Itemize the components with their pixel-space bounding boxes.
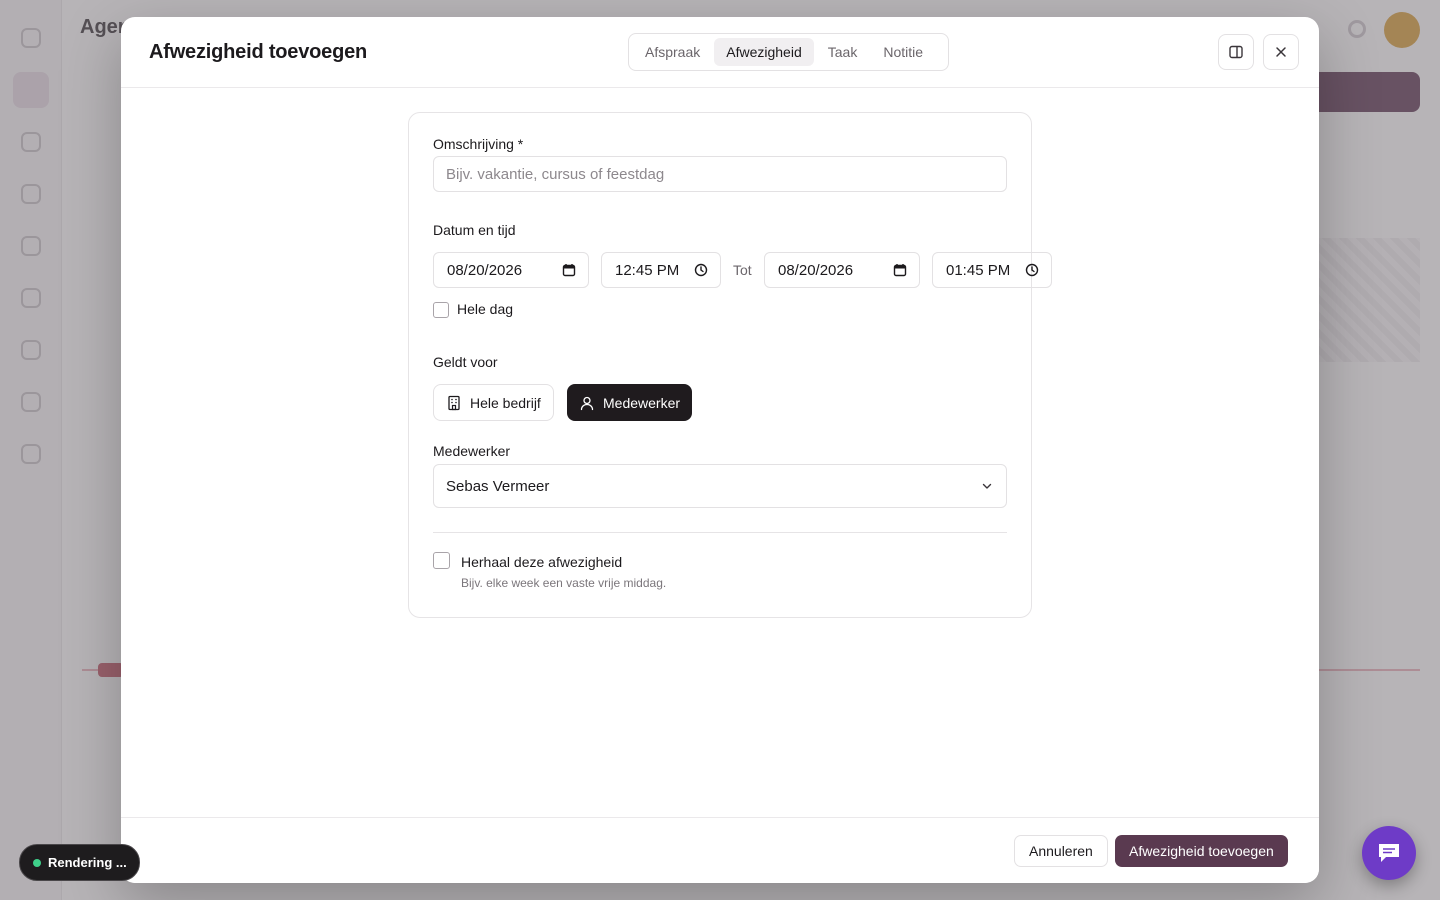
datetime-label: Datum en tijd xyxy=(433,222,516,238)
rendering-toast: Rendering ... xyxy=(19,844,140,881)
dialog-header: Afwezigheid toevoegen Afspraak Afwezighe… xyxy=(121,17,1319,88)
description-input[interactable] xyxy=(433,156,1007,192)
end-date-value: 08/20/2026 xyxy=(778,261,854,279)
all-day-label: Hele dag xyxy=(457,301,514,317)
start-time-input[interactable]: 12:45 PM xyxy=(601,252,721,288)
toast-text: Rendering ... xyxy=(48,855,127,870)
building-icon xyxy=(448,395,460,410)
cancel-button[interactable]: Annuleren xyxy=(1014,835,1108,867)
divider xyxy=(433,532,1007,533)
toggle-panel-button[interactable] xyxy=(1218,34,1254,70)
start-date-input[interactable]: 08/20/2026 xyxy=(433,252,589,288)
whole-company-label: Hele bedrijf xyxy=(470,394,541,411)
tab-afwezigheid[interactable]: Afwezigheid xyxy=(714,38,814,66)
close-icon xyxy=(1276,47,1286,57)
tab-afspraak[interactable]: Afspraak xyxy=(633,38,712,66)
dialog-footer: Annuleren Afwezigheid toevoegen xyxy=(121,817,1319,883)
clock-icon xyxy=(694,263,708,277)
chat-button[interactable] xyxy=(1362,826,1416,880)
employee-label: Medewerker xyxy=(433,443,511,459)
whole-company-button[interactable]: Hele bedrijf xyxy=(433,384,554,421)
sidebar-panel-icon xyxy=(1229,45,1243,59)
applies-to-label: Geldt voor xyxy=(433,354,498,370)
add-absence-button[interactable]: Afwezigheid toevoegen xyxy=(1115,835,1288,867)
end-time-value: 01:45 PM xyxy=(946,261,1011,279)
tab-notitie[interactable]: Notitie xyxy=(871,38,935,66)
status-dot xyxy=(33,858,41,867)
all-day-checkbox[interactable] xyxy=(433,302,449,318)
absence-form: Omschrijving * Datum en tijd 08/20/2026 … xyxy=(408,112,1052,618)
employee-button[interactable]: Medewerker xyxy=(567,384,693,421)
close-button[interactable] xyxy=(1263,34,1299,70)
clock-icon xyxy=(1025,263,1039,277)
type-tabs: Afspraak Afwezigheid Taak Notitie xyxy=(628,33,949,71)
repeat-hint: Bijv. elke week een vaste vrije middag. xyxy=(461,576,667,590)
calendar-icon xyxy=(893,264,907,277)
employee-selected-value: Sebas Vermeer xyxy=(446,477,550,495)
tab-taak[interactable]: Taak xyxy=(816,38,870,66)
range-separator: Tot xyxy=(733,262,752,278)
repeat-label: Herhaal deze afwezigheid xyxy=(461,554,623,570)
chevron-down-icon xyxy=(982,483,992,489)
user-icon xyxy=(580,396,594,410)
add-absence-dialog: Afwezigheid toevoegen Afspraak Afwezighe… xyxy=(121,17,1319,883)
end-time-input[interactable]: 01:45 PM xyxy=(932,252,1052,288)
employee-select[interactable]: Sebas Vermeer xyxy=(433,464,1007,508)
chat-icon xyxy=(1379,844,1399,862)
calendar-icon xyxy=(562,264,576,277)
description-label: Omschrijving * xyxy=(433,136,524,152)
start-date-value: 08/20/2026 xyxy=(447,261,523,279)
end-date-input[interactable]: 08/20/2026 xyxy=(764,252,920,288)
start-time-value: 12:45 PM xyxy=(615,261,680,279)
employee-option-label: Medewerker xyxy=(603,394,681,411)
dialog-title: Afwezigheid toevoegen xyxy=(149,41,368,63)
repeat-checkbox[interactable] xyxy=(433,552,450,569)
